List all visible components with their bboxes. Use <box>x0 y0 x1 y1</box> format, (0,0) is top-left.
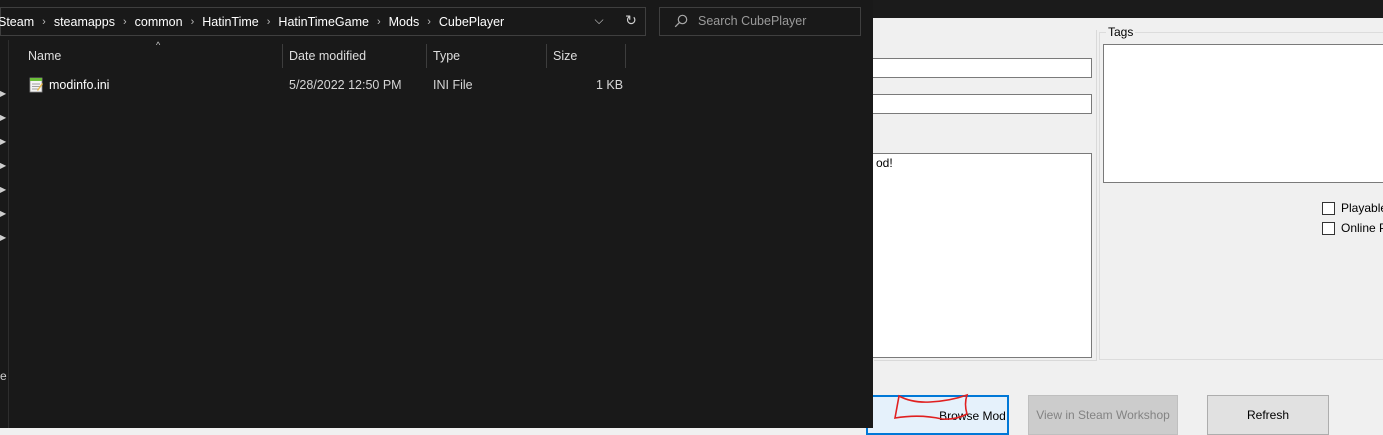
expand-chevron-icon[interactable]: ▶ <box>0 137 6 146</box>
expand-chevron-icon[interactable]: ▶ <box>0 233 6 242</box>
expand-chevron-icon[interactable]: ▶ <box>0 89 6 98</box>
browse-mod-label: Browse Mod <box>939 409 1006 423</box>
refresh-label: Refresh <box>1246 408 1290 422</box>
checkbox-label: Online Pa <box>1341 221 1383 235</box>
expand-chevron-icon[interactable]: ▶ <box>0 185 6 194</box>
file-explorer-window: Steam › steamapps › common › HatinTime ›… <box>0 0 873 428</box>
version-field[interactable] <box>872 94 1092 114</box>
view-workshop-label: View in Steam Workshop <box>1036 408 1170 422</box>
breadcrumb-item[interactable]: CubePlayer <box>436 15 507 29</box>
description-text: od! <box>876 156 893 170</box>
breadcrumb-chevron-icon[interactable]: › <box>118 16 132 28</box>
expand-chevron-icon[interactable]: ▶ <box>0 209 6 218</box>
refresh-button[interactable]: Refresh <box>1207 395 1329 435</box>
column-divider[interactable] <box>625 44 626 68</box>
ini-file-icon <box>29 77 43 93</box>
browse-mod-button[interactable]: Browse Mod <box>866 395 1009 435</box>
breadcrumb-item[interactable]: HatinTimeGame <box>275 15 372 29</box>
column-name[interactable]: Name <box>9 42 282 70</box>
column-size[interactable]: Size <box>534 42 624 70</box>
checkbox-box[interactable] <box>1322 201 1335 215</box>
breadcrumb-item[interactable]: common <box>132 15 186 29</box>
navigation-pane[interactable]: ▶ ▶ ▶ ▶ ▶ ▶ ▶ e <box>0 40 9 428</box>
tags-list[interactable] <box>1103 44 1383 183</box>
column-header: ^ Name Date modified Type Size <box>9 40 873 70</box>
breadcrumb-item[interactable]: steamapps <box>51 15 118 29</box>
checkbox-label: Playable <box>1341 201 1383 215</box>
nav-item-label[interactable]: e <box>0 369 7 383</box>
tags-label: Tags <box>1106 25 1136 39</box>
address-bar[interactable]: Steam › steamapps › common › HatinTime ›… <box>0 7 646 36</box>
breadcrumb-item[interactable]: Steam <box>0 15 37 29</box>
breadcrumb-chevron-icon[interactable]: › <box>372 16 386 28</box>
breadcrumb-chevron-icon[interactable]: › <box>262 16 276 28</box>
search-icon <box>674 14 688 28</box>
column-type[interactable]: Type <box>414 42 547 70</box>
description-field[interactable] <box>872 153 1092 358</box>
breadcrumb-item[interactable]: Mods <box>386 15 423 29</box>
chevron-down-icon[interactable]: ⌵ <box>591 13 607 29</box>
breadcrumb-item[interactable]: HatinTime <box>199 15 262 29</box>
breadcrumb-chevron-icon[interactable]: › <box>37 16 51 28</box>
column-date-modified[interactable]: Date modified <box>270 42 414 70</box>
file-size: 1 KB <box>596 78 624 92</box>
checkbox-online-party[interactable]: Online Pa <box>1322 221 1383 235</box>
expand-chevron-icon[interactable]: ▶ <box>0 113 6 122</box>
refresh-icon[interactable]: ↻ <box>623 12 639 28</box>
file-type: INI File <box>433 78 473 92</box>
breadcrumb: Steam › steamapps › common › HatinTime ›… <box>0 8 507 35</box>
checkbox-box[interactable] <box>1322 221 1335 235</box>
breadcrumb-chevron-icon[interactable]: › <box>186 16 200 28</box>
search-input[interactable] <box>698 11 853 31</box>
checkbox-playable[interactable]: Playable <box>1322 201 1383 215</box>
search-box[interactable] <box>659 7 861 36</box>
breadcrumb-chevron-icon[interactable]: › <box>422 16 436 28</box>
file-date: 5/28/2022 12:50 PM <box>289 78 402 92</box>
file-name: modinfo.ini <box>49 78 110 92</box>
view-workshop-button[interactable]: View in Steam Workshop <box>1028 395 1178 435</box>
title-field[interactable] <box>872 58 1092 78</box>
expand-chevron-icon[interactable]: ▶ <box>0 161 6 170</box>
file-row[interactable]: modinfo.ini 5/28/2022 12:50 PM INI File … <box>9 73 629 97</box>
